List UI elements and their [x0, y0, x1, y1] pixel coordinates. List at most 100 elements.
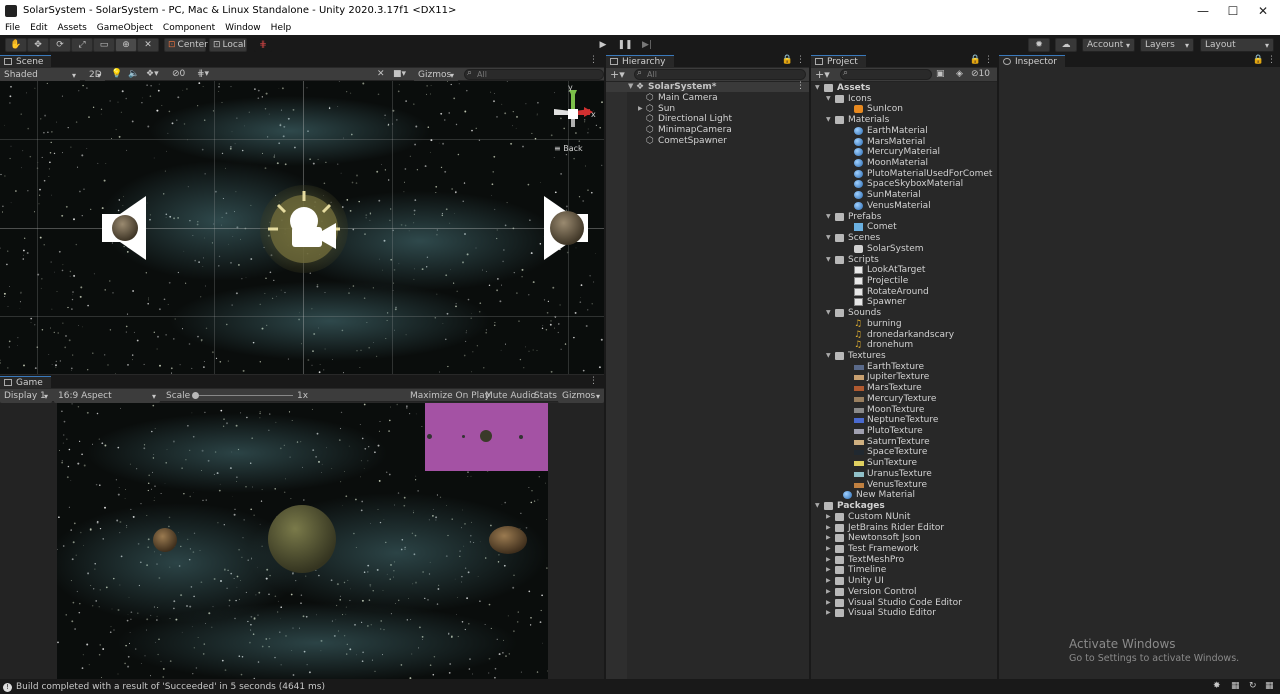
- expand-arrow-icon[interactable]: ▶: [826, 523, 831, 533]
- project-folder[interactable]: ▼ Prefabs: [811, 212, 997, 222]
- inspector-menu-icon[interactable]: ⋮: [1267, 55, 1276, 65]
- game-gizmos-dropdown[interactable]: Gizmos: [558, 389, 604, 403]
- package-folder[interactable]: ▶ TextMeshPro: [811, 555, 997, 565]
- project-asset[interactable]: EarthTexture: [811, 362, 997, 372]
- project-asset[interactable]: MoonTexture: [811, 405, 997, 415]
- audio-icon[interactable]: 🔈: [128, 69, 139, 79]
- project-asset[interactable]: SaturnTexture: [811, 437, 997, 447]
- lighting-icon[interactable]: 💡: [111, 69, 122, 79]
- expand-arrow-icon[interactable]: ▶: [826, 598, 831, 608]
- menu-help[interactable]: Help: [266, 23, 297, 33]
- project-asset[interactable]: NeptuneTexture: [811, 415, 997, 425]
- project-asset[interactable]: SunMaterial: [811, 190, 997, 200]
- project-search-input[interactable]: [840, 69, 932, 80]
- project-folder[interactable]: ▼ Icons: [811, 94, 997, 104]
- refresh-icon[interactable]: ↻: [1249, 681, 1257, 691]
- package-folder[interactable]: ▶ Custom NUnit: [811, 512, 997, 522]
- step-button[interactable]: ▶|: [637, 38, 657, 52]
- package-folder[interactable]: ▶ Visual Studio Code Editor: [811, 598, 997, 608]
- package-folder[interactable]: ▶ Unity UI: [811, 576, 997, 586]
- package-folder[interactable]: ▶ Visual Studio Editor: [811, 608, 997, 618]
- mute-audio-toggle[interactable]: Mute Audio: [485, 391, 536, 401]
- cache-icon[interactable]: ▦: [1231, 681, 1240, 691]
- project-asset[interactable]: VenusMaterial: [811, 201, 997, 211]
- project-lock-icon[interactable]: 🔒: [970, 55, 981, 65]
- project-asset[interactable]: SpaceSkyboxMaterial: [811, 179, 997, 189]
- project-asset[interactable]: ♫ dronehum: [811, 340, 997, 350]
- hidden-packages-toggle[interactable]: ⊘10: [971, 69, 990, 79]
- display-dropdown[interactable]: Display 1: [0, 389, 52, 403]
- scene-gizmos-dropdown[interactable]: Gizmos: [414, 68, 458, 82]
- minimize-button[interactable]: —: [1188, 0, 1218, 21]
- package-folder[interactable]: ▶ Newtonsoft Json: [811, 533, 997, 543]
- move-tool-button[interactable]: ✥: [27, 38, 49, 52]
- collapse-arrow-icon[interactable]: ▼: [826, 94, 831, 104]
- scale-slider-track[interactable]: [193, 395, 293, 396]
- close-button[interactable]: ✕: [1248, 0, 1278, 21]
- transform-tool-button[interactable]: ⊕: [115, 38, 137, 52]
- game-menu-icon[interactable]: ⋮: [589, 376, 598, 386]
- scale-tool-button[interactable]: ⤢: [71, 38, 93, 52]
- account-dropdown[interactable]: Account: [1082, 38, 1135, 52]
- project-asset[interactable]: LookAtTarget: [811, 265, 997, 275]
- layers-dropdown[interactable]: Layers: [1140, 38, 1194, 52]
- grid-icon[interactable]: ⋕▾: [197, 69, 209, 79]
- project-folder[interactable]: ▼ Scripts: [811, 255, 997, 265]
- menu-file[interactable]: File: [0, 23, 25, 33]
- project-asset[interactable]: JupiterTexture: [811, 372, 997, 382]
- project-asset[interactable]: SunIcon: [811, 104, 997, 114]
- grid-snap-button[interactable]: ⋕: [254, 38, 272, 52]
- menu-gameobject[interactable]: GameObject: [92, 23, 158, 33]
- effects-icon[interactable]: ❖▾: [146, 69, 159, 79]
- collapse-arrow-icon[interactable]: ▼: [826, 351, 831, 361]
- project-asset[interactable]: SpaceTexture: [811, 447, 997, 457]
- orientation-gizmo[interactable]: [550, 89, 596, 135]
- collapse-arrow-icon[interactable]: ▼: [826, 115, 831, 125]
- collapse-arrow-icon[interactable]: ▼: [826, 308, 831, 318]
- tab-scene[interactable]: Scene: [0, 55, 52, 67]
- game-viewport[interactable]: [57, 403, 548, 679]
- expand-arrow-icon[interactable]: ▶: [826, 555, 831, 565]
- project-folder[interactable]: ▼ Scenes: [811, 233, 997, 243]
- left-planet-audio-gizmo[interactable]: [100, 194, 150, 262]
- menu-assets[interactable]: Assets: [53, 23, 92, 33]
- hand-tool-button[interactable]: ✋: [5, 38, 27, 52]
- hierarchy-item[interactable]: ⬡ Directional Light: [606, 114, 809, 124]
- scene-row-menu-icon[interactable]: ⋮: [796, 81, 805, 91]
- project-asset[interactable]: SolarSystem: [811, 244, 997, 254]
- project-asset[interactable]: Comet: [811, 222, 997, 232]
- rotate-tool-button[interactable]: ⟳: [49, 38, 71, 52]
- project-asset[interactable]: Projectile: [811, 276, 997, 286]
- inspector-lock-icon[interactable]: 🔒: [1253, 55, 1264, 65]
- hierarchy-item[interactable]: ▶ ⬡ Sun: [606, 104, 809, 114]
- tab-hierarchy[interactable]: Hierarchy: [606, 55, 674, 67]
- project-asset[interactable]: MarsTexture: [811, 383, 997, 393]
- hierarchy-menu-icon[interactable]: ⋮: [796, 55, 805, 65]
- tab-inspector[interactable]: Inspector: [999, 55, 1065, 67]
- hierarchy-lock-icon[interactable]: 🔒: [782, 55, 793, 65]
- tab-project[interactable]: Project: [811, 55, 866, 67]
- scene-menu-icon[interactable]: ⋮: [589, 55, 598, 65]
- project-asset[interactable]: MarsMaterial: [811, 137, 997, 147]
- expand-arrow-icon[interactable]: ▶: [826, 512, 831, 522]
- hierarchy-item[interactable]: ⬡ CometSpawner: [606, 136, 809, 146]
- project-add-button[interactable]: +▾: [815, 68, 830, 81]
- project-asset[interactable]: PlutoMaterialUsedForComet: [811, 169, 997, 179]
- pivot-toggle[interactable]: ⊡ Center: [164, 38, 208, 52]
- aspect-dropdown[interactable]: 16:9 Aspect: [54, 389, 160, 403]
- play-button[interactable]: ▶: [593, 38, 613, 52]
- expand-arrow-icon[interactable]: ▶: [826, 533, 831, 543]
- expand-arrow-icon[interactable]: ▶: [826, 544, 831, 554]
- custom-tool-button[interactable]: ✕: [137, 38, 159, 52]
- collapse-arrow-icon[interactable]: ▼: [826, 233, 831, 243]
- hierarchy-item[interactable]: ⬡ MinimapCamera: [606, 125, 809, 135]
- maximize-on-play-toggle[interactable]: Maximize On Play: [410, 391, 490, 401]
- project-asset[interactable]: EarthMaterial: [811, 126, 997, 136]
- project-folder[interactable]: ▼ Sounds: [811, 308, 997, 318]
- scale-slider-handle[interactable]: [192, 392, 199, 399]
- hidden-objects-toggle[interactable]: ⊘0: [172, 69, 185, 79]
- sun-gizmo[interactable]: [258, 183, 350, 275]
- project-asset[interactable]: New Material: [811, 490, 997, 500]
- cloud-button[interactable]: ☁: [1055, 38, 1077, 52]
- expand-arrow-icon[interactable]: ▶: [638, 104, 643, 114]
